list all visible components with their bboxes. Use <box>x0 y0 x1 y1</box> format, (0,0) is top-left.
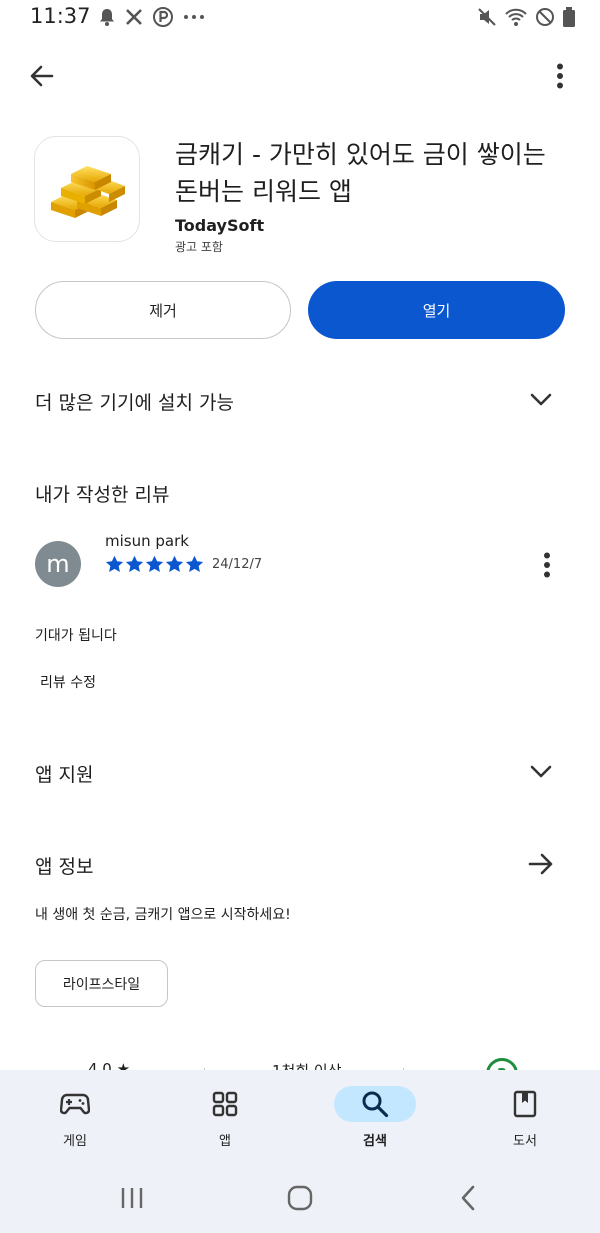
rating-stars <box>105 555 204 573</box>
nav-apps[interactable]: 앱 <box>175 1070 275 1162</box>
star-icon <box>185 555 204 572</box>
recent-apps-icon <box>121 1188 143 1208</box>
ads-note: 광고 포함 <box>175 240 223 254</box>
reviewer-name: misun park <box>105 532 189 550</box>
home-icon <box>287 1185 313 1211</box>
avatar: m <box>35 541 81 587</box>
review-date: 24/12/7 <box>212 557 263 572</box>
star-icon <box>105 555 124 572</box>
back-button[interactable] <box>22 56 62 96</box>
more-devices-title[interactable]: 더 많은 기기에 설치 가능 <box>35 388 234 415</box>
recent-apps-button[interactable] <box>102 1176 162 1220</box>
nav-games-label: 게임 <box>63 1134 87 1149</box>
back-chevron-icon <box>461 1185 475 1211</box>
system-back-button[interactable] <box>438 1176 498 1220</box>
app-info-arrow-button[interactable] <box>525 848 557 880</box>
app-title: 금캐기 - 가만히 있어도 금이 쌓이는 돈버는 리워드 앱 <box>175 140 546 206</box>
mute-icon <box>476 6 498 32</box>
search-icon <box>362 1091 389 1118</box>
wifi-icon <box>504 6 528 32</box>
app-info-title[interactable]: 앱 정보 <box>35 852 93 879</box>
more-dots-icon <box>182 7 206 31</box>
arrow-forward-icon <box>528 853 553 875</box>
category-chip[interactable]: 라이프스타일 <box>35 960 168 1007</box>
home-button[interactable] <box>270 1176 330 1220</box>
nav-search[interactable]: 검색 <box>325 1070 425 1162</box>
chevron-down-icon <box>530 765 552 778</box>
nav-games[interactable]: 게임 <box>25 1070 125 1162</box>
battery-icon <box>562 6 576 32</box>
developer-link[interactable]: TodaySoft <box>175 216 264 235</box>
status-left-icons <box>98 6 206 32</box>
status-time: 11:37 <box>30 4 91 28</box>
app-description: 내 생애 첫 순금, 금캐기 앱으로 시작하세요! <box>35 907 291 923</box>
my-review-title: 내가 작성한 리뷰 <box>35 484 170 506</box>
open-button[interactable]: 열기 <box>308 281 565 339</box>
more-devices-expand-button[interactable] <box>525 384 557 416</box>
chevron-down-icon <box>530 393 552 406</box>
arrow-back-icon <box>30 65 54 87</box>
gamepad-icon <box>60 1093 90 1115</box>
gold-bars-icon <box>51 166 125 218</box>
notification-bell-icon <box>98 7 116 31</box>
dnd-icon <box>534 6 556 32</box>
p-app-icon <box>152 6 174 32</box>
nav-apps-label: 앱 <box>219 1134 231 1149</box>
app-support-expand-button[interactable] <box>525 756 557 788</box>
apps-grid-icon <box>212 1091 238 1117</box>
uninstall-button[interactable]: 제거 <box>35 281 291 339</box>
bottom-navigation: 게임 앱 검색 도서 <box>0 1070 600 1162</box>
nav-search-label: 검색 <box>363 1134 387 1149</box>
review-text: 기대가 됩니다 <box>35 628 117 644</box>
more-options-button[interactable] <box>540 56 580 96</box>
app-support-title[interactable]: 앱 지원 <box>35 760 93 787</box>
review-more-button[interactable] <box>532 549 562 581</box>
star-icon <box>145 555 164 572</box>
star-icon <box>125 555 144 572</box>
system-navigation-bar <box>0 1162 600 1233</box>
status-right-icons <box>476 6 576 32</box>
status-bar: 11:37 <box>0 0 600 36</box>
star-icon <box>165 555 184 572</box>
app-icon <box>34 136 140 242</box>
x-app-icon <box>124 7 144 31</box>
book-icon <box>513 1090 537 1118</box>
nav-books[interactable]: 도서 <box>475 1070 575 1162</box>
more-vert-icon <box>557 63 563 89</box>
more-vert-icon <box>544 552 550 578</box>
edit-review-button[interactable]: 리뷰 수정 <box>40 672 96 692</box>
nav-books-label: 도서 <box>513 1134 537 1149</box>
